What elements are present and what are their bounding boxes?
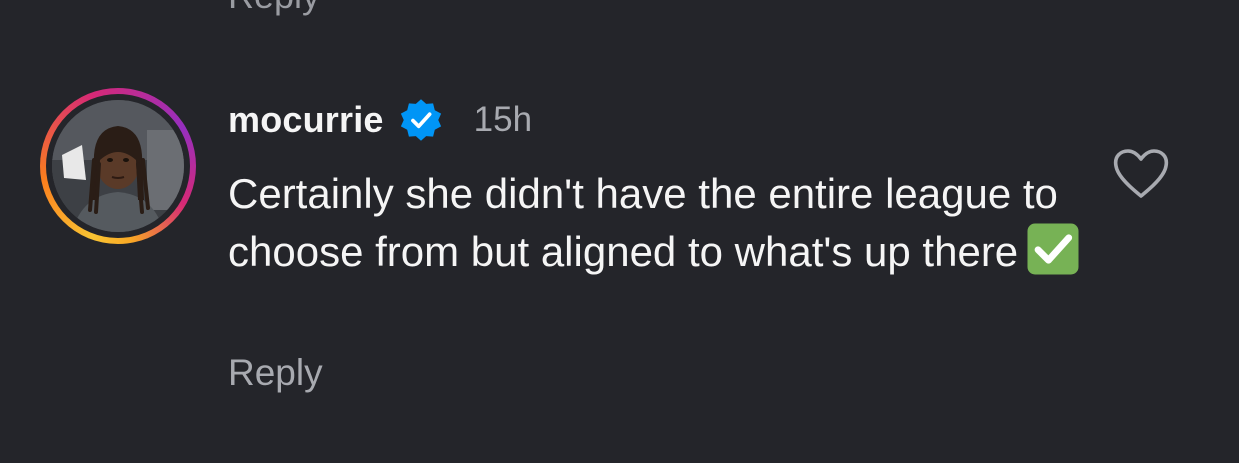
avatar-photo	[52, 100, 184, 232]
comment-header: mocurrie 15h	[228, 96, 532, 144]
username[interactable]: mocurrie	[228, 99, 384, 141]
verified-badge-icon	[398, 97, 444, 143]
reply-button[interactable]: Reply	[228, 352, 323, 394]
comment-body: Certainly she didn't have the entire lea…	[228, 166, 1088, 280]
comment-timestamp: 15h	[473, 100, 533, 139]
previous-reply-button[interactable]: Reply	[228, 0, 320, 14]
check-mark-button-emoji	[1026, 222, 1080, 276]
heart-outline-icon[interactable]	[1112, 148, 1170, 200]
comment-thread: Reply	[0, 0, 1239, 463]
avatar	[52, 100, 184, 232]
avatar-story-ring[interactable]	[40, 88, 196, 244]
comment-text: Certainly she didn't have the entire lea…	[228, 170, 1058, 275]
